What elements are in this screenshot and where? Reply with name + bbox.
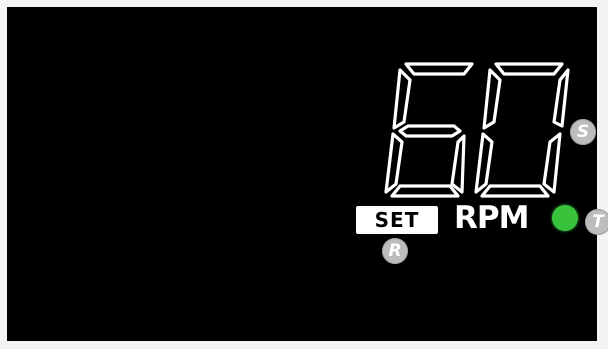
seg-f (482, 68, 502, 130)
seg-g (398, 124, 462, 138)
seg-e (384, 132, 404, 194)
seg-b (552, 68, 570, 128)
seg-e (474, 132, 494, 194)
set-indicator: SET (356, 206, 438, 234)
seg-c (450, 134, 466, 194)
digit-zero (474, 62, 570, 198)
digit-six (384, 62, 474, 198)
seg-d (480, 184, 550, 198)
rpm-value-display: 60 (380, 56, 580, 202)
seg-d (390, 184, 460, 198)
seg-c (542, 132, 562, 194)
status-led-icon (552, 205, 578, 231)
seven-segment-digits (384, 62, 570, 198)
badge-r-icon: R (382, 238, 408, 264)
unit-label: RPM (454, 200, 529, 236)
device-frame: 60 S SET RPM T R (0, 0, 608, 349)
seg-a (494, 62, 564, 76)
badge-t-icon: T (585, 209, 608, 235)
seg-a (404, 62, 474, 76)
badge-s-icon: S (570, 119, 596, 145)
seg-f (392, 68, 412, 130)
